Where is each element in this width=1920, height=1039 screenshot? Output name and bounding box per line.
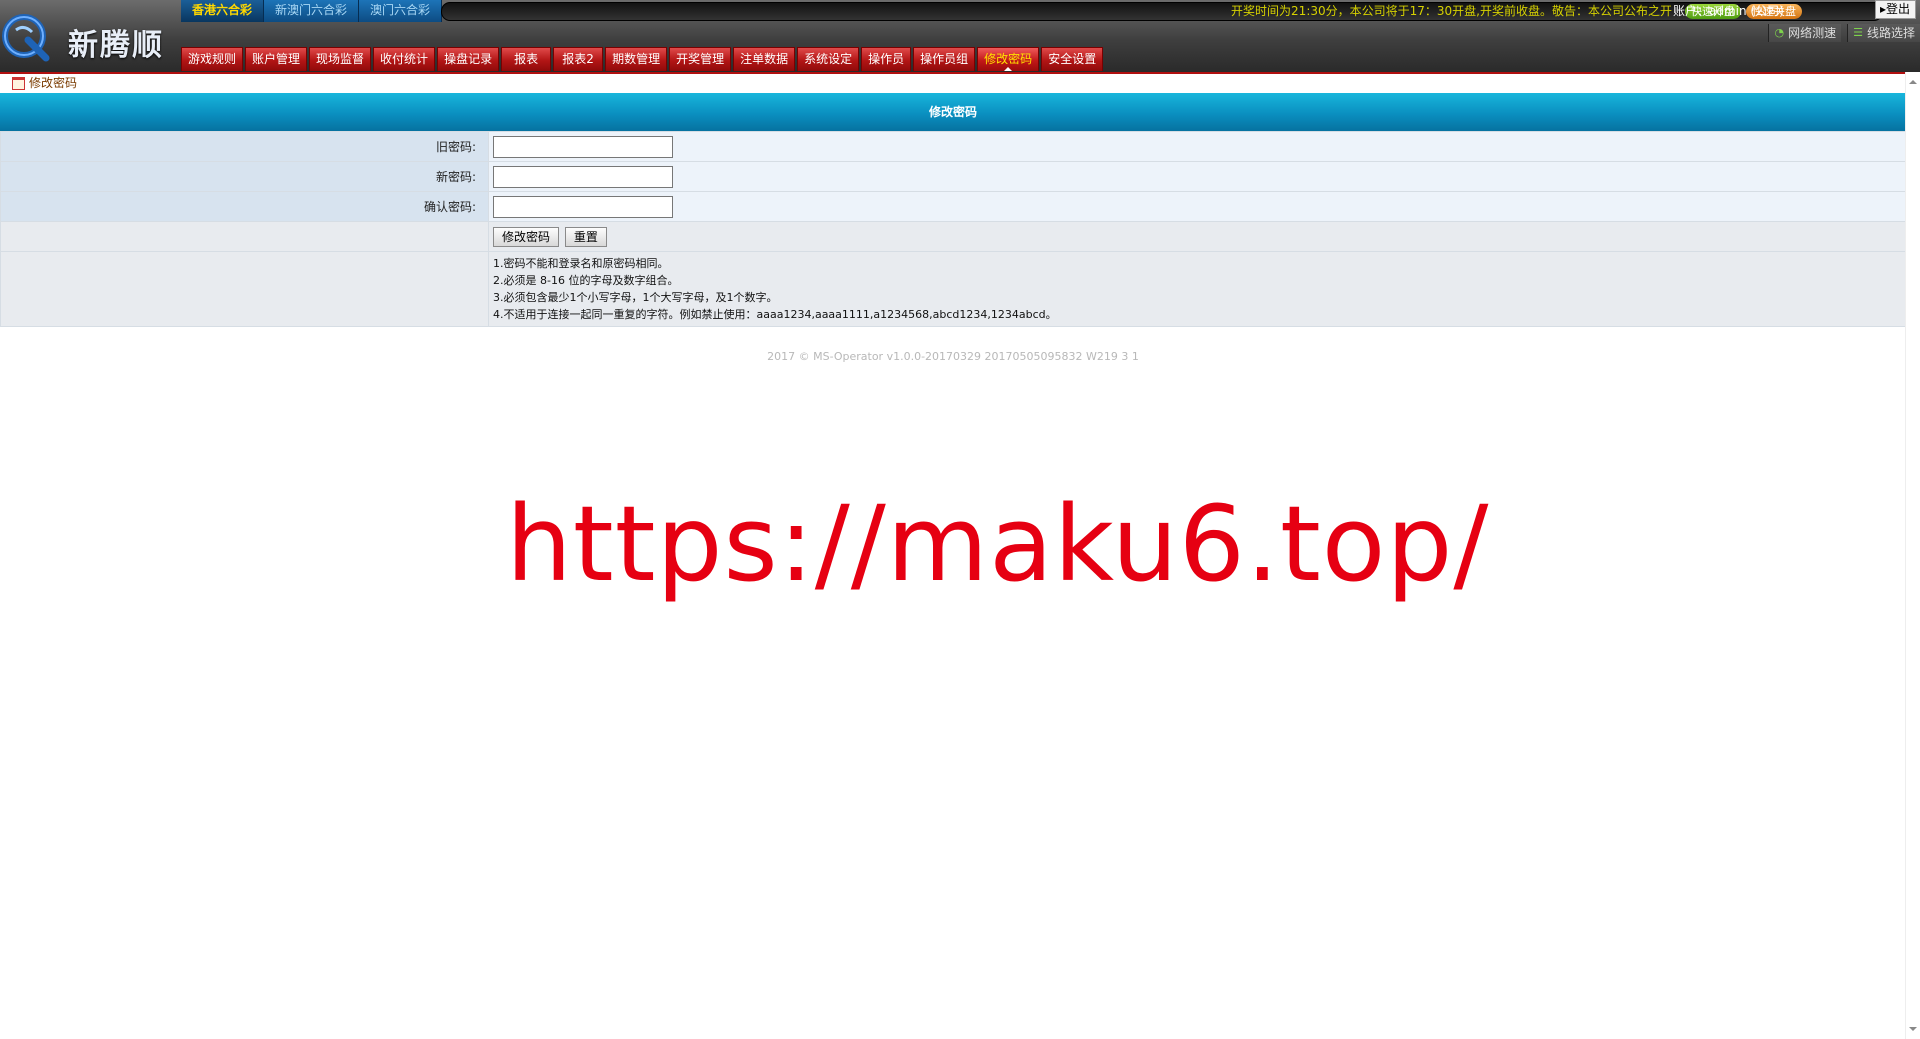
nav-game-rules[interactable]: 游戏规则: [181, 47, 244, 71]
breadcrumb-label: 修改密码: [29, 76, 78, 90]
nav-period-management[interactable]: 期数管理: [605, 47, 668, 71]
change-password-panel: 修改密码 旧密码: 新密码: 确认密码: 修改密码 重置 1.密码不能和登录名和…: [0, 93, 1906, 327]
button-cell: 修改密码 重置: [488, 221, 1906, 252]
nav-security-settings[interactable]: 安全设置: [1041, 47, 1104, 71]
new-password-label: 新密码:: [0, 161, 489, 192]
logout-button[interactable]: ▸登出: [1874, 0, 1916, 19]
rule-item: 4.不适用于连接一起同一重复的字符。例如禁止使用：aaaa1234,aaaa11…: [493, 308, 1057, 321]
new-password-input[interactable]: [493, 165, 673, 188]
rules-spacer: [0, 251, 489, 327]
nav-draw-management[interactable]: 开奖管理: [669, 47, 732, 71]
vertical-scrollbar[interactable]: [1905, 72, 1920, 1039]
line-select-label: 线路选择: [1866, 26, 1915, 40]
window-icon: [12, 76, 25, 90]
nav-operators[interactable]: 操作员: [861, 47, 912, 71]
rule-item: 2.必须是 8-16 位的字母及数字组合。: [493, 274, 679, 287]
panel-title: 修改密码: [0, 93, 1906, 131]
change-password-form: 旧密码: 新密码: 确认密码: 修改密码 重置 1.密码不能和登录名和原密码相同…: [0, 131, 1906, 327]
reset-button[interactable]: 重置: [564, 226, 607, 247]
nav-system-settings[interactable]: 系统设定: [797, 47, 860, 71]
scroll-down-arrow-icon[interactable]: [1909, 1027, 1917, 1035]
header-tools: ◔ 网络测速 ☰ 线路选择: [1762, 24, 1920, 44]
nav-report-2[interactable]: 报表2: [553, 47, 604, 71]
nav-live-monitor[interactable]: 现场监督: [309, 47, 372, 71]
rules-cell: 1.密码不能和登录名和原密码相同。 2.必须是 8-16 位的字母及数字组合。 …: [488, 251, 1906, 327]
breadcrumb: 修改密码: [12, 75, 77, 91]
confirm-password-label: 确认密码:: [0, 191, 489, 222]
watermark-url: https://maku6.top/: [506, 483, 1490, 605]
new-password-row: 新密码:: [0, 161, 1906, 192]
rule-item: 1.密码不能和登录名和原密码相同。: [493, 257, 669, 270]
main-nav: 游戏规则 账户管理 现场监督 收付统计 操盘记录 报表 报表2 期数管理 开奖管…: [181, 47, 1105, 72]
old-password-input[interactable]: [493, 135, 673, 158]
scroll-up-arrow-icon[interactable]: [1909, 76, 1917, 84]
brand-name: 新腾顺: [68, 28, 164, 63]
lottery-tab-macau[interactable]: 澳门六合彩: [359, 0, 443, 22]
speed-test-button[interactable]: ◔ 网络测速: [1768, 24, 1842, 42]
rule-item: 3.必须包含最少1个小写字母，1个大写字母，及1个数字。: [493, 291, 778, 304]
button-row: 修改密码 重置: [0, 221, 1906, 252]
new-password-cell: [488, 161, 1906, 192]
nav-trading-log[interactable]: 操盘记录: [437, 47, 500, 71]
top-header: 新腾顺 香港六合彩 新澳门六合彩 澳门六合彩 开奖时间为21:30分，本公司将于…: [0, 0, 1920, 74]
speed-test-label: 网络测速: [1788, 26, 1837, 40]
list-icon: ☰: [1853, 26, 1863, 39]
confirm-password-cell: [488, 191, 1906, 222]
notice-marquee: 开奖时间为21:30分，本公司将于17：30开盘,开奖前收盘。敬告：本公司公布之…: [1231, 4, 1672, 18]
footer-version: 2017 © MS-Operator v1.0.0-20170329 20170…: [767, 350, 1139, 363]
nav-operator-groups[interactable]: 操作员组: [913, 47, 976, 71]
button-row-spacer: [0, 221, 489, 252]
old-password-cell: [488, 131, 1906, 162]
lottery-tab-new-macau[interactable]: 新澳门六合彩: [264, 0, 360, 22]
nav-report[interactable]: 报表: [501, 47, 552, 71]
old-password-row: 旧密码:: [0, 131, 1906, 162]
submit-button[interactable]: 修改密码: [493, 226, 560, 247]
old-password-label: 旧密码:: [0, 131, 489, 162]
nav-payment-stats[interactable]: 收付统计: [373, 47, 436, 71]
confirm-password-input[interactable]: [493, 195, 673, 218]
brand-logo[interactable]: 新腾顺: [0, 6, 176, 66]
nav-change-password[interactable]: 修改密码: [977, 47, 1040, 71]
confirm-password-row: 确认密码:: [0, 191, 1906, 222]
logout-label: 登出: [1885, 2, 1910, 16]
nav-bet-data[interactable]: 注单数据: [733, 47, 796, 71]
logo-mark-icon: [2, 14, 50, 62]
line-select-button[interactable]: ☰ 线路选择: [1847, 24, 1920, 42]
speedometer-icon: ◔: [1774, 26, 1785, 39]
account-info: 账户：admin (公司): [1673, 4, 1784, 18]
rules-row: 1.密码不能和登录名和原密码相同。 2.必须是 8-16 位的字母及数字组合。 …: [0, 251, 1906, 327]
notice-bar: 开奖时间为21:30分，本公司将于17：30开盘,开奖前收盘。敬告：本公司公布之…: [441, 2, 1883, 21]
nav-account-management[interactable]: 账户管理: [245, 47, 308, 71]
lottery-tab-hk[interactable]: 香港六合彩: [181, 0, 265, 22]
lottery-tabs: 香港六合彩 新澳门六合彩 澳门六合彩: [181, 0, 443, 22]
